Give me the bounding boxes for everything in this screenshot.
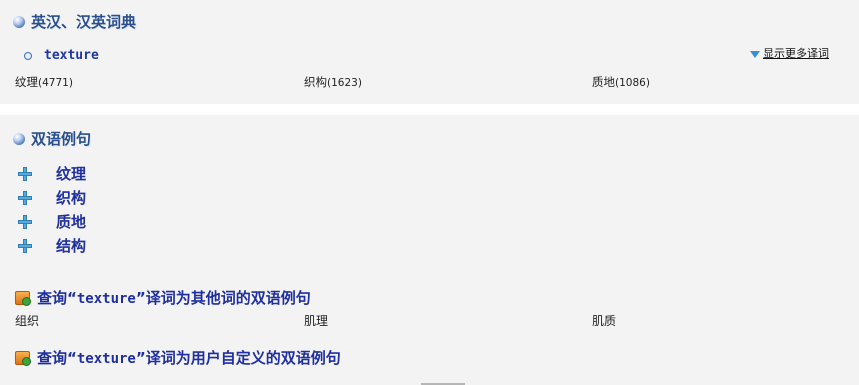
sense-expander[interactable]: 质地	[18, 211, 86, 232]
query-other-translations-link[interactable]: 查询“texture”译词为其他词的双语例句	[15, 287, 311, 308]
sense-label[interactable]: 质地	[56, 211, 86, 232]
show-more-label: 显示更多译词	[763, 47, 829, 60]
query-user-defined-link[interactable]: 查询“texture”译词为用户自定义的双语例句	[15, 347, 341, 368]
sense-expander[interactable]: 结构	[18, 235, 86, 256]
blue-ball-icon	[13, 132, 25, 145]
sense-label[interactable]: 结构	[56, 235, 86, 256]
bullet-circle-icon	[24, 51, 32, 60]
dictionary-section-title: 英汉、汉英词典	[13, 11, 136, 32]
translation-item[interactable]: 质地(1086)	[592, 74, 650, 90]
plus-icon[interactable]	[18, 214, 32, 229]
sense-expander[interactable]: 织构	[18, 187, 86, 208]
translation-word: 纹理	[15, 75, 38, 89]
plus-icon[interactable]	[18, 238, 32, 253]
other-translation-word[interactable]: 肌理	[304, 312, 328, 329]
down-arrow-icon	[750, 50, 760, 58]
sense-label[interactable]: 织构	[56, 187, 86, 208]
headword[interactable]: texture	[44, 48, 99, 63]
translation-count: (1086)	[615, 77, 650, 89]
translation-word: 织构	[304, 75, 327, 89]
rss-feed-icon	[15, 290, 31, 306]
sense-label[interactable]: 纹理	[56, 163, 86, 184]
translation-item[interactable]: 织构(1623)	[304, 74, 362, 90]
rss-feed-icon	[15, 350, 31, 366]
translation-item[interactable]: 纹理(4771)	[15, 74, 73, 90]
other-translation-word[interactable]: 肌质	[592, 312, 616, 329]
blue-ball-icon	[13, 15, 25, 28]
plus-icon[interactable]	[18, 166, 32, 181]
headword-row: texture	[24, 48, 99, 63]
bilingual-examples-panel	[0, 115, 859, 385]
show-more-translations-link[interactable]: 显示更多译词	[750, 45, 829, 61]
dictionary-panel: 英汉、汉英词典 texture 显示更多译词 纹理(4771) 织构(1623)…	[0, 0, 859, 104]
query-user-label[interactable]: 查询“texture”译词为用户自定义的双语例句	[37, 347, 341, 368]
query-other-label[interactable]: 查询“texture”译词为其他词的双语例句	[37, 287, 311, 308]
plus-icon[interactable]	[18, 190, 32, 205]
translation-word: 质地	[592, 75, 615, 89]
bilingual-title-text: 双语例句	[31, 130, 92, 148]
bilingual-section-title: 双语例句	[13, 128, 91, 149]
sense-expander[interactable]: 纹理	[18, 163, 86, 184]
dictionary-title-text: 英汉、汉英词典	[31, 13, 137, 31]
translation-count: (1623)	[327, 77, 362, 89]
other-translation-word[interactable]: 组织	[15, 312, 39, 329]
translation-count: (4771)	[38, 77, 73, 89]
